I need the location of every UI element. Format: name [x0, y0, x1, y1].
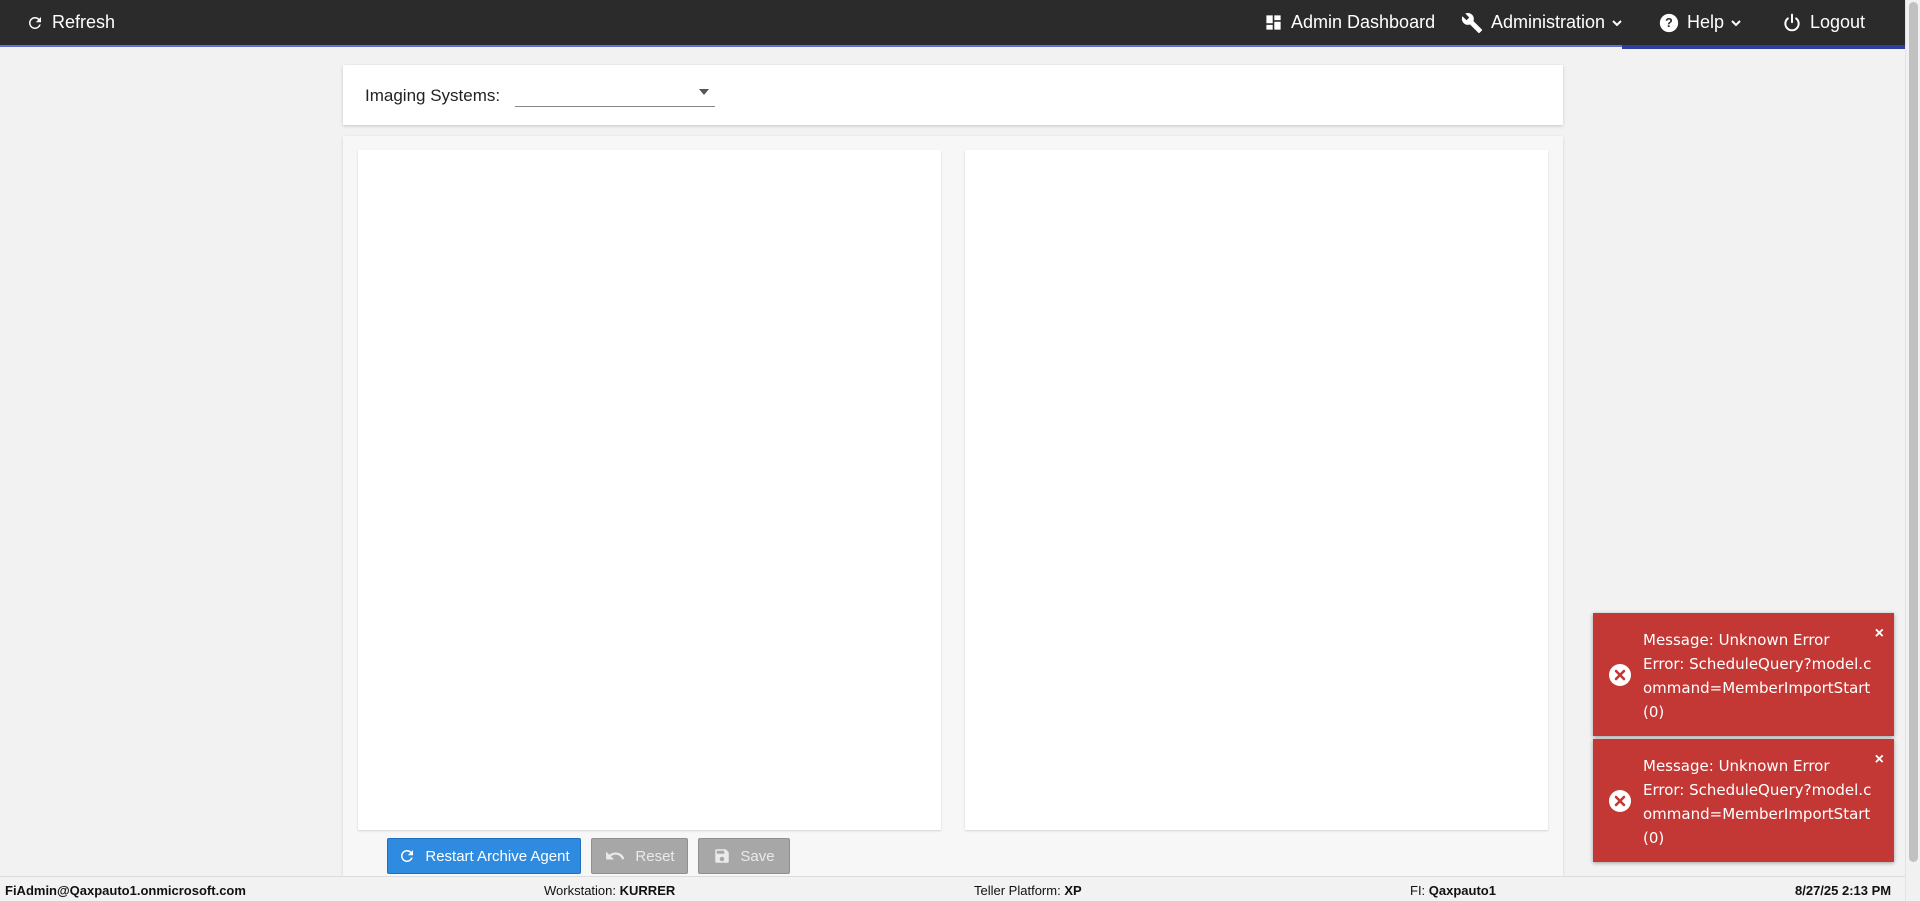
status-bar: FiAdmin@Qaxpauto1.onmicrosoft.com Workst… — [0, 876, 1905, 901]
toast-error-line: Error: ScheduleQuery?model.command=Membe… — [1643, 655, 1872, 721]
status-fi: FI: Qaxpauto1 — [1410, 883, 1496, 898]
top-nav-bar: Refresh Admin Dashboard Administration ?… — [0, 0, 1905, 49]
error-toast: Message: Unknown Error Error: ScheduleQu… — [1593, 739, 1894, 862]
status-fi-value: Qaxpauto1 — [1428, 883, 1496, 898]
status-platform-value: XP — [1064, 883, 1082, 898]
status-workstation: Workstation: KURRER — [544, 883, 675, 898]
admin-dashboard-link[interactable]: Admin Dashboard — [1264, 0, 1435, 45]
restart-label: Restart Archive Agent — [425, 847, 570, 865]
nav-active-indicator — [1622, 45, 1905, 49]
close-icon[interactable]: × — [1875, 625, 1884, 643]
error-icon — [1609, 789, 1631, 812]
left-content-pane — [358, 150, 941, 830]
chevron-down-icon — [1612, 19, 1622, 26]
administration-label: Administration — [1491, 12, 1606, 32]
status-workstation-label: Workstation: — [544, 883, 617, 898]
toast-message-line: Message: Unknown Error — [1643, 757, 1830, 775]
caret-down-icon — [699, 89, 709, 95]
admin-dashboard-label: Admin Dashboard — [1291, 12, 1436, 32]
page-scrollbar[interactable] — [1905, 0, 1920, 901]
save-button[interactable]: Save — [698, 838, 790, 874]
logout-button[interactable]: Logout — [1782, 0, 1865, 45]
refresh-label: Refresh — [52, 12, 116, 32]
error-icon — [1609, 663, 1631, 686]
imaging-systems-card: Imaging Systems: — [343, 65, 1563, 125]
reset-button[interactable]: Reset — [591, 838, 688, 874]
chevron-down-icon — [1731, 19, 1741, 26]
save-label: Save — [740, 847, 775, 865]
help-label: Help — [1687, 12, 1725, 32]
save-icon — [715, 849, 730, 863]
restart-archive-agent-button[interactable]: Restart Archive Agent — [387, 838, 581, 874]
right-content-pane — [965, 150, 1548, 830]
administration-menu[interactable]: Administration — [1461, 0, 1623, 45]
status-platform-label: Teller Platform: — [974, 883, 1061, 898]
status-platform: Teller Platform: XP — [974, 883, 1082, 898]
reset-label: Reset — [635, 847, 675, 865]
toast-message: Message: Unknown Error Error: ScheduleQu… — [1643, 628, 1878, 724]
status-datetime-value: 8/27/25 2:13 PM — [1795, 883, 1892, 898]
error-toast: Message: Unknown Error Error: ScheduleQu… — [1593, 613, 1894, 736]
imaging-systems-select[interactable] — [515, 81, 715, 107]
scrollbar-thumb[interactable] — [1909, 2, 1918, 862]
toast-message-line: Message: Unknown Error — [1643, 631, 1830, 649]
dashboard-icon — [1266, 15, 1281, 30]
toast-message: Message: Unknown Error Error: ScheduleQu… — [1643, 754, 1878, 850]
toast-error-line: Error: ScheduleQuery?model.command=Membe… — [1643, 781, 1872, 847]
help-icon: ? — [1659, 13, 1679, 32]
help-menu[interactable]: ? Help — [1659, 0, 1742, 45]
status-user: FiAdmin@Qaxpauto1.onmicrosoft.com — [5, 883, 246, 898]
status-user-value: FiAdmin@Qaxpauto1.onmicrosoft.com — [5, 883, 246, 898]
status-workstation-value: KURRER — [619, 883, 676, 898]
nav-accent-line — [0, 45, 1905, 47]
imaging-systems-label: Imaging Systems: — [365, 86, 501, 105]
status-fi-label: FI: — [1410, 883, 1426, 898]
logout-label: Logout — [1810, 12, 1866, 32]
refresh-icon — [401, 850, 414, 862]
svg-text:?: ? — [1665, 16, 1673, 30]
refresh-button[interactable]: Refresh — [26, 0, 115, 45]
power-icon — [1784, 13, 1800, 31]
status-datetime: 8/27/25 2:13 PM — [1795, 883, 1891, 898]
refresh-icon — [28, 16, 41, 29]
undo-icon — [606, 851, 625, 860]
close-icon[interactable]: × — [1875, 751, 1884, 769]
archive-config-panel: Restart Archive Agent Reset Save — [343, 136, 1563, 876]
wrench-icon — [1461, 12, 1483, 33]
